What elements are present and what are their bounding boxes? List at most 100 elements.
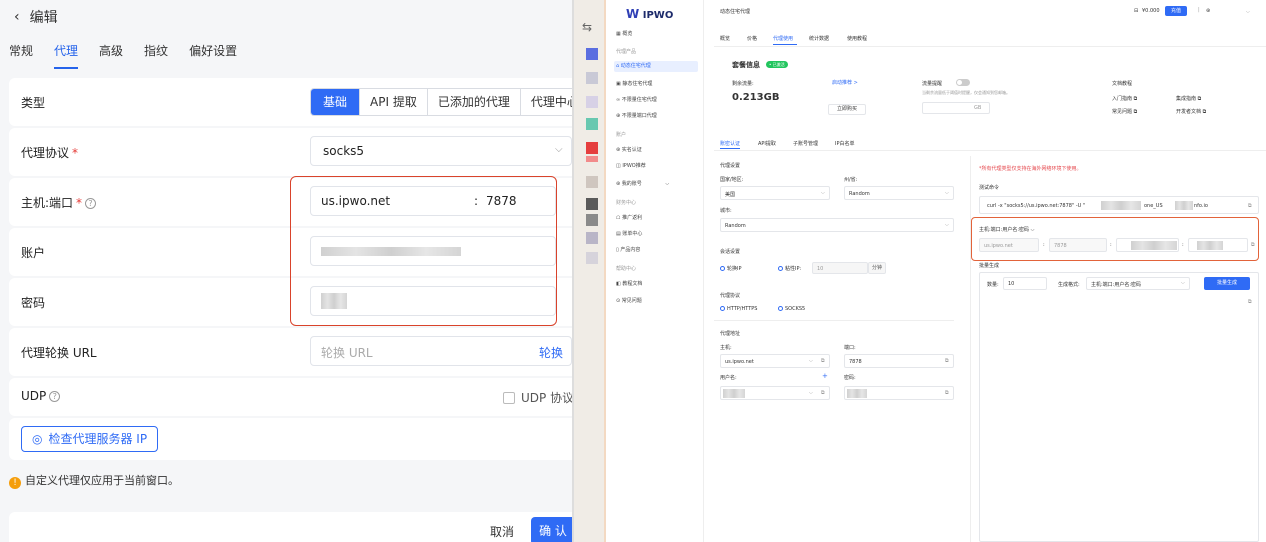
cancel-button[interactable]: 取消: [490, 523, 514, 540]
session-rotate-radio[interactable]: 轮换IP: [720, 265, 742, 272]
remaining-link[interactable]: 启动推荐 >: [832, 79, 858, 86]
password-label: 密码: [21, 296, 46, 310]
addr-user-select[interactable]: ⌵ ⧉: [720, 386, 830, 400]
addr-pass-input[interactable]: ⧉: [844, 386, 954, 400]
sidebar-item-referral[interactable]: ☖ 推广返利: [616, 214, 642, 221]
type-option-added[interactable]: 已添加的代理: [426, 89, 520, 115]
session-sticky-radio[interactable]: 粘性IP:: [778, 265, 801, 272]
sub-tab-subaccount[interactable]: 子账号管理: [793, 140, 818, 147]
app-icon[interactable]: [586, 176, 598, 188]
app-icon[interactable]: [586, 156, 598, 162]
sidebar-item-unlimited[interactable]: ∞ 不限量住宅代理: [616, 96, 657, 103]
qty-input[interactable]: 10: [1003, 277, 1047, 290]
doc-link-dev[interactable]: 开发者文档 ⧉: [1176, 108, 1206, 115]
doc-link-start[interactable]: 入门指南 ⧉: [1112, 95, 1137, 102]
chevron-down-icon: ⌵: [809, 390, 813, 396]
sidebar-item-my-account[interactable]: ⊛ 我的账号 ⌵: [616, 180, 669, 187]
format-label[interactable]: 主机:端口:用户名:密码 ⌵: [979, 226, 1034, 233]
top-tab-tutorial[interactable]: 使用教程: [847, 35, 867, 42]
app-icon[interactable]: [586, 252, 598, 264]
app-icon[interactable]: [586, 96, 598, 108]
app-icon[interactable]: [586, 72, 598, 84]
traffic-alert-toggle[interactable]: [956, 79, 970, 86]
sidebar-item-billing[interactable]: ▤ 账单中心: [616, 230, 642, 237]
doc-link-faq[interactable]: 常见问题 ⧉: [1112, 108, 1137, 115]
sidebar-item-dynamic[interactable]: ⌂ 动态住宅代理: [614, 61, 698, 72]
app-icon[interactable]: [586, 48, 598, 60]
top-tab-usage[interactable]: 代理使用: [773, 35, 793, 42]
sticky-minutes-input[interactable]: 10: [812, 262, 868, 274]
tab-proxy[interactable]: 代理: [54, 42, 79, 69]
format-port-input[interactable]: 7878: [1049, 238, 1107, 252]
sub-tab-whitelist[interactable]: IP白名单: [835, 140, 855, 147]
checkbox-icon[interactable]: [503, 392, 515, 404]
radio-icon[interactable]: [778, 266, 783, 271]
confirm-button[interactable]: 确 认: [531, 517, 572, 542]
radio-label: HTTP/HTTPS: [727, 306, 758, 312]
copy-icon[interactable]: ⧉: [1248, 203, 1252, 209]
renew-button[interactable]: 立即购买: [828, 104, 866, 115]
top-tab-overview[interactable]: 概览: [720, 35, 730, 42]
format-pass-input[interactable]: [1188, 238, 1248, 252]
switch-icon[interactable]: ⇆: [582, 20, 592, 34]
app-icon[interactable]: [586, 214, 598, 226]
state-select[interactable]: Random ⌵: [844, 186, 954, 200]
addr-port-input[interactable]: 7878 ⧉: [844, 354, 954, 368]
app-icon[interactable]: [586, 232, 598, 244]
radio-icon[interactable]: [720, 266, 725, 271]
recharge-button[interactable]: 充值: [1165, 6, 1187, 16]
top-tab-price[interactable]: 价格: [747, 35, 757, 42]
copy-icon[interactable]: ⧉: [1251, 242, 1255, 248]
format-host-input[interactable]: us.ipwo.net: [979, 238, 1039, 252]
doc-link-integration[interactable]: 集成指南 ⧉: [1176, 95, 1201, 102]
edit-header: ‹ 编辑: [0, 0, 572, 34]
radio-icon[interactable]: [720, 306, 725, 311]
city-select[interactable]: Random ⌵: [720, 218, 954, 232]
sidebar-item-products[interactable]: ▯ 产品内容: [616, 246, 640, 253]
radio-icon[interactable]: [778, 306, 783, 311]
sidebar-item-overview[interactable]: ▦ 概览: [616, 30, 632, 37]
addr-host-select[interactable]: us.ipwo.net ⌵ ⧉: [720, 354, 830, 368]
region-select[interactable]: 美国 ⌵: [720, 186, 830, 200]
sub-tab-api[interactable]: API提取: [758, 140, 776, 147]
batch-generate-button[interactable]: 批量生成: [1204, 277, 1250, 290]
tab-advanced[interactable]: 高级: [99, 42, 123, 66]
user-icon[interactable]: ⊛: [1206, 8, 1210, 14]
gen-format-select[interactable]: 主机:端口:用户名:密码 ⌵: [1086, 277, 1190, 290]
app-icon[interactable]: [586, 198, 598, 210]
sidebar-item-faq[interactable]: ⊙ 常见问题: [616, 297, 642, 304]
copy-icon[interactable]: ⧉: [945, 358, 949, 364]
protocol-socks-radio[interactable]: SOCKS5: [778, 306, 805, 312]
protocol-select[interactable]: socks5 ⌵: [310, 136, 572, 166]
add-user-icon[interactable]: +: [822, 372, 828, 380]
copy-icon[interactable]: ⧉: [945, 390, 949, 396]
copy-icon[interactable]: ⧉: [1248, 299, 1252, 305]
rotate-url-input[interactable]: 轮换 URL 轮换: [310, 336, 572, 366]
copy-icon[interactable]: ⧉: [821, 358, 825, 364]
traffic-threshold-input[interactable]: GB: [922, 102, 990, 114]
format-user-input[interactable]: [1116, 238, 1179, 252]
type-option-basic[interactable]: 基础: [311, 89, 360, 115]
check-ip-button[interactable]: ◎ 检查代理服务器 IP: [21, 426, 159, 452]
sub-tab-auth[interactable]: 账密认证: [720, 140, 740, 147]
sidebar-item-unlimited-port[interactable]: ⊕ 不限量端口代理: [616, 112, 657, 119]
top-tab-stats[interactable]: 统计数据: [809, 35, 829, 42]
app-icon[interactable]: [586, 142, 598, 154]
copy-icon[interactable]: ⧉: [821, 390, 825, 396]
chevron-down-icon[interactable]: ⌵: [1246, 9, 1250, 15]
sidebar-item-ipwo[interactable]: ◫ IPWO推荐: [616, 162, 646, 169]
tab-preferences[interactable]: 偏好设置: [189, 42, 237, 66]
udp-checkbox[interactable]: UDP 协议: [503, 389, 572, 406]
rotate-button[interactable]: 轮换: [539, 344, 563, 361]
protocol-http-radio[interactable]: HTTP/HTTPS: [720, 306, 757, 312]
sidebar-item-verify[interactable]: ⊛ 实名认证: [616, 146, 642, 153]
tab-fingerprint[interactable]: 指纹: [144, 42, 168, 66]
tab-general[interactable]: 常规: [9, 42, 33, 66]
app-icon[interactable]: [586, 118, 598, 130]
type-option-api[interactable]: API 提取: [359, 89, 427, 115]
sidebar-item-docs[interactable]: ◧ 教程文档: [616, 280, 642, 287]
ipwo-logo[interactable]: W IPWO: [626, 7, 673, 21]
sidebar-item-static[interactable]: ▣ 静态住宅代理: [616, 80, 652, 87]
back-icon[interactable]: ‹: [14, 9, 20, 25]
type-option-center[interactable]: 代理中心: [519, 89, 572, 115]
